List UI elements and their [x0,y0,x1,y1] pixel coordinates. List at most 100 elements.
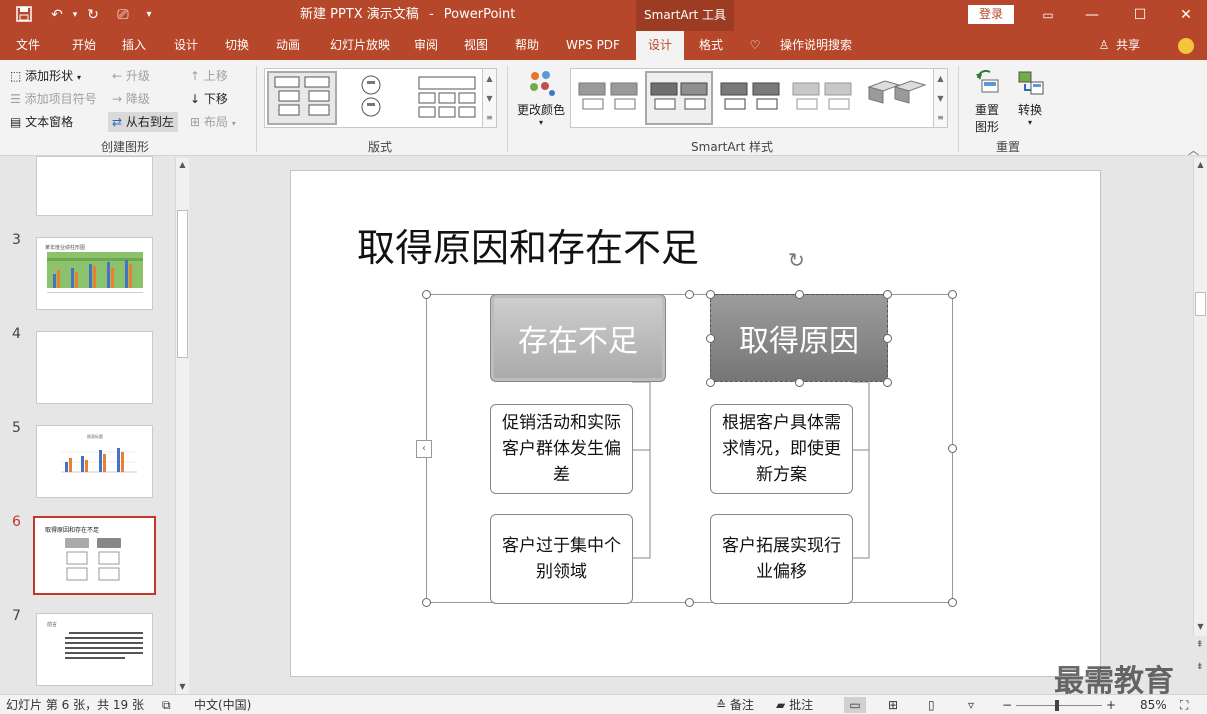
change-colors-button[interactable]: 更改颜色 ▾ [512,68,570,134]
next-slide-icon[interactable]: ⇟ [1196,662,1204,672]
slideshow-view-icon[interactable]: ▿ [968,697,974,713]
zoom-in-icon[interactable]: + [1106,697,1116,713]
shape-handle[interactable] [883,378,892,387]
move-down-button[interactable]: ↓ 下移 [190,89,228,109]
minimize-icon[interactable]: — [1082,6,1102,24]
slide-sorter-icon[interactable]: ⊞ [888,697,898,713]
zoom-level[interactable]: 85% [1140,697,1167,713]
layout-option[interactable] [415,71,479,125]
thumbnail-scrollbar[interactable]: ▲ ▼ [175,158,189,694]
layout-option[interactable] [351,71,401,125]
zoom-slider[interactable] [1016,705,1102,706]
style-option-3d[interactable] [865,73,929,121]
tab-slideshow[interactable]: 幻灯片放映 [320,31,400,60]
customize-toolbar-icon[interactable]: ▾ [142,6,156,24]
shape-handle[interactable] [706,290,715,299]
shape-handle[interactable] [883,290,892,299]
comments-button[interactable]: ▰ 批注 [776,697,813,713]
editor-scroll-thumb[interactable] [1195,292,1206,316]
reset-graphic-button[interactable]: 重置 图形 [966,68,1008,134]
thumbnail-scroll-thumb[interactable] [177,210,188,358]
smartart-item-right-2[interactable]: 客户拓展实现行业偏移 [710,514,853,604]
move-up-button[interactable]: ↑ 上移 [190,66,228,86]
style-option-selected[interactable] [645,71,713,125]
save-icon[interactable] [14,6,34,24]
bullet-icon: ☰ [10,92,21,106]
slide-thumbnail-7[interactable]: 前言 [36,613,153,686]
slide-title[interactable]: 取得原因和存在不足 [357,217,699,272]
undo-icon[interactable]: ↶ [46,6,68,24]
smartart-header-left[interactable]: 存在不足 [490,294,666,382]
promote-button[interactable]: ← 升级 [112,66,150,86]
close-icon[interactable]: ✕ [1176,6,1196,24]
tab-file[interactable]: 文件 [6,31,50,60]
previous-slide-icon[interactable]: ⇞ [1196,640,1204,650]
language[interactable]: 中文(中国) [194,697,251,713]
redo-icon[interactable]: ↻ [83,6,103,24]
convert-button[interactable]: 转换 ▾ [1010,68,1050,134]
tab-format[interactable]: 格式 [688,31,734,60]
tab-smartart-design[interactable]: 设计 [636,31,684,60]
editor-scrollbar[interactable]: ▲ ▼ [1193,158,1207,636]
smartart-item-right-1[interactable]: 根据客户具体需求情况，即使更新方案 [710,404,853,494]
tab-transitions[interactable]: 切换 [215,31,259,60]
smartart-item-left-2[interactable]: 客户过于集中个别领域 [490,514,633,604]
resize-handle[interactable] [685,598,694,607]
resize-handle[interactable] [948,290,957,299]
shape-handle[interactable] [883,334,892,343]
login-button[interactable]: 登录 [968,5,1014,24]
slide-thumbnail-2[interactable] [36,156,153,216]
style-option[interactable] [719,75,785,121]
spellcheck-icon[interactable]: ⧉ [162,697,171,713]
smartart-header-right-selected[interactable]: 取得原因 [710,294,888,382]
smiley-icon[interactable] [1178,38,1194,54]
layout-option-selected[interactable] [267,71,337,125]
tab-insert[interactable]: 插入 [112,31,156,60]
tab-help[interactable]: 帮助 [505,31,549,60]
fit-slide-icon[interactable]: ⛶ [1180,697,1188,713]
shape-handle[interactable] [795,290,804,299]
maximize-icon[interactable]: ☐ [1130,6,1150,24]
rotate-handle-icon[interactable]: ↻ [788,250,805,270]
resize-handle[interactable] [948,444,957,453]
tab-view[interactable]: 视图 [454,31,498,60]
reading-view-icon[interactable]: ▯ [928,697,935,713]
slide-thumbnail-3[interactable]: 某年度业绩柱形图 [36,237,153,310]
resize-handle[interactable] [422,290,431,299]
gallery-scroll[interactable]: ▲ ▼ ≡ [933,69,947,127]
resize-handle[interactable] [685,290,694,299]
demote-button[interactable]: → 降级 [112,89,150,109]
layout-button[interactable]: ⊞ 布局 ▾ [190,112,236,132]
shape-handle[interactable] [795,378,804,387]
tab-animations[interactable]: 动画 [266,31,310,60]
tab-review[interactable]: 审阅 [404,31,448,60]
undo-dropdown-icon[interactable]: ▾ [70,6,80,24]
smartart-item-left-1[interactable]: 促销活动和实际客户群体发生偏差 [490,404,633,494]
resize-handle[interactable] [948,598,957,607]
zoom-slider-thumb[interactable] [1055,700,1059,711]
add-shape-button[interactable]: ⬚ 添加形状 ▾ [10,66,81,86]
tab-wps-pdf[interactable]: WPS PDF [560,31,626,60]
style-option[interactable] [791,75,857,121]
normal-view-icon[interactable]: ▭ [844,697,866,713]
shape-handle[interactable] [706,334,715,343]
share-button[interactable]: 共享 [1114,31,1142,60]
from-start-icon[interactable]: ⎚ [112,6,134,24]
style-option[interactable] [577,75,643,121]
shape-handle[interactable] [706,378,715,387]
ribbon-display-icon[interactable]: ▭ [1038,6,1058,24]
tab-home[interactable]: 开始 [62,31,106,60]
right-to-left-button[interactable]: ⇄ 从右到左 [108,112,178,132]
slide-thumbnail-4[interactable] [36,331,153,404]
tab-design[interactable]: 设计 [164,31,208,60]
text-pane-button[interactable]: ▤ 文本窗格 [10,112,73,132]
notes-button[interactable]: ≙ 备注 [716,697,754,713]
text-pane-toggle-icon[interactable]: ‹ [416,440,432,458]
resize-handle[interactable] [422,598,431,607]
slide-thumbnail-5[interactable]: 图表标题 [36,425,153,498]
tell-me-search[interactable]: 操作说明搜索 [776,31,856,60]
slide-thumbnail-6-selected[interactable]: 取得原因和存在不足 [33,516,156,595]
zoom-out-icon[interactable]: − [1002,697,1012,713]
gallery-scroll[interactable]: ▲ ▼ ≡ [482,69,496,127]
add-bullet-button[interactable]: ☰ 添加项目符号 [10,89,97,109]
